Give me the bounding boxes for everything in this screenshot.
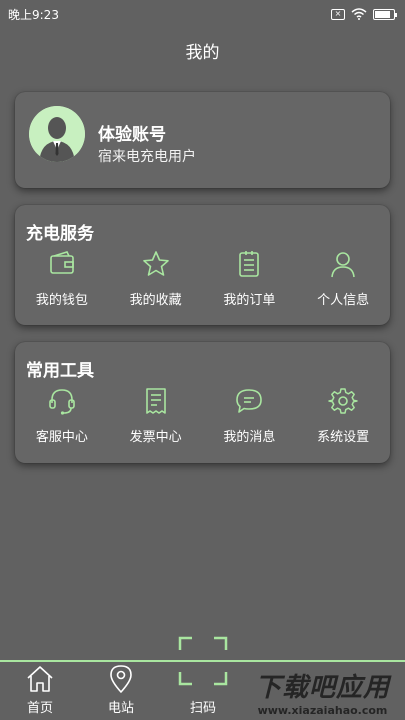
account-name: 体验账号 [98, 125, 166, 145]
invoice-icon [145, 388, 166, 414]
headset-icon [49, 389, 75, 415]
home-icon [27, 666, 53, 692]
star-icon [142, 251, 169, 276]
favorites-label: 我的收藏 [129, 293, 182, 308]
menu-item-customer-service[interactable]: 客服中心 [15, 384, 109, 454]
watermark-title: 下载吧应用 [254, 673, 390, 703]
nav-scan-label[interactable]: 扫码 [178, 697, 228, 716]
location-pin-icon [110, 665, 132, 693]
menu-item-invoice[interactable]: 发票中心 [109, 384, 203, 454]
profile-label: 个人信息 [317, 293, 370, 308]
charging-service-card: 充电服务 我的钱包 我的收藏 我的订单 个人信息 [15, 205, 390, 325]
person-icon [331, 252, 355, 278]
message-icon [236, 389, 263, 413]
charging-service-title: 充电服务 [26, 224, 94, 244]
tools-title: 常用工具 [26, 361, 94, 381]
settings-label: 系统设置 [317, 430, 370, 445]
menu-item-favorites[interactable]: 我的收藏 [109, 247, 203, 317]
watermark-logo: 下载吧应用 www.xiazaiahao.com [240, 664, 405, 720]
status-icons: × [331, 8, 397, 20]
tools-card: 常用工具 客服中心 发票中心 我的消息 系统设置 [15, 342, 390, 463]
invoice-label: 发票中心 [129, 430, 182, 445]
menu-item-settings[interactable]: 系统设置 [296, 384, 390, 454]
wifi-icon [351, 8, 367, 20]
watermark-url: www.xiazaiahao.com [257, 704, 388, 717]
menu-item-profile[interactable]: 个人信息 [296, 247, 390, 317]
menu-item-orders[interactable]: 我的订单 [203, 247, 297, 317]
account-subtitle: 宿来电充电用户 [98, 149, 196, 165]
nav-home[interactable]: 首页 [10, 664, 70, 716]
customer-service-label: 客服中心 [35, 430, 88, 445]
nav-home-label: 首页 [26, 701, 53, 716]
menu-item-wallet[interactable]: 我的钱包 [15, 247, 109, 317]
wallet-icon [50, 251, 74, 274]
gear-icon [328, 388, 358, 414]
user-avatar-icon [29, 106, 85, 162]
wallet-label: 我的钱包 [35, 293, 88, 308]
menu-item-messages[interactable]: 我的消息 [203, 384, 297, 454]
nav-station-label: 电站 [107, 701, 134, 716]
messages-label: 我的消息 [223, 430, 276, 445]
avatar[interactable] [29, 106, 85, 162]
orders-label: 我的订单 [223, 293, 276, 308]
page-title: 我的 [185, 43, 220, 63]
account-card[interactable]: 体验账号 宿来电充电用户 [15, 92, 390, 188]
battery-icon [373, 8, 397, 20]
status-time: 晚上9:23 [8, 7, 59, 22]
no-sim-icon: × [331, 8, 345, 20]
tools-grid: 客服中心 发票中心 我的消息 系统设置 [15, 384, 390, 454]
order-icon [239, 251, 260, 277]
status-bar: 晚上9:23 × [0, 0, 405, 28]
charging-service-grid: 我的钱包 我的收藏 我的订单 个人信息 [15, 247, 390, 317]
scan-icon[interactable] [178, 636, 228, 686]
nav-station[interactable]: 电站 [91, 664, 151, 716]
